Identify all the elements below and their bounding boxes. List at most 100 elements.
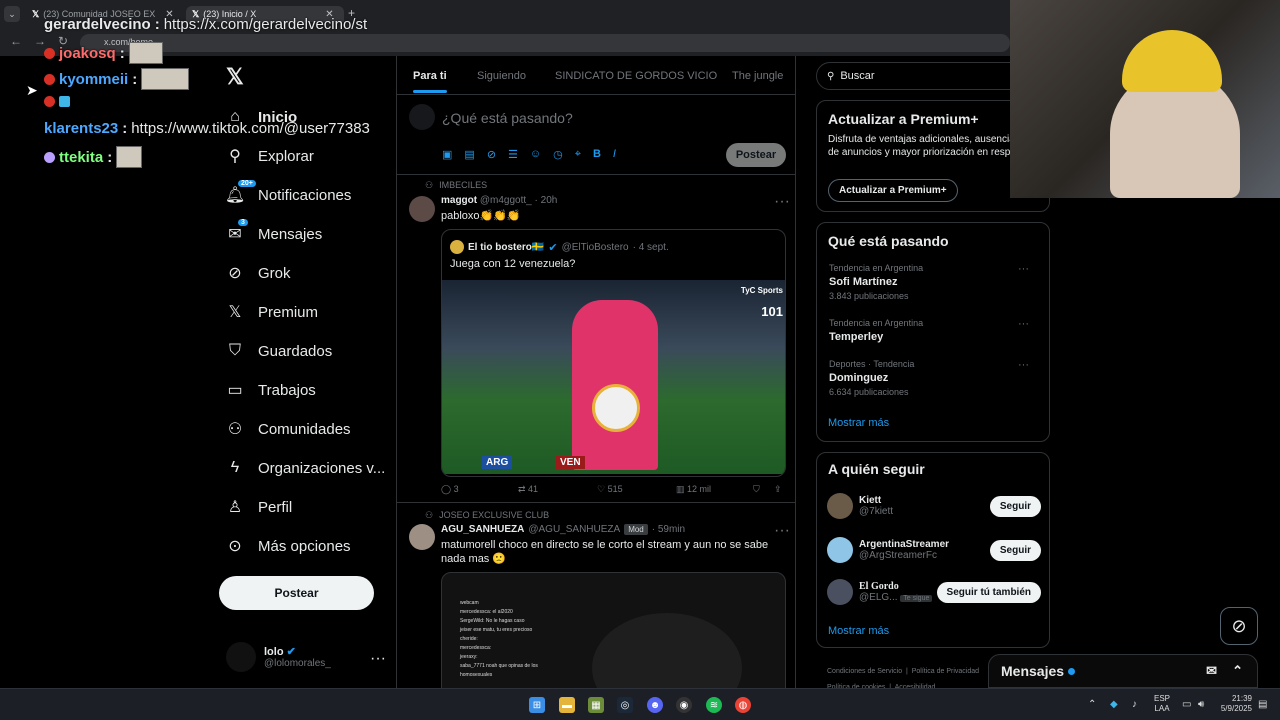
bookmark-icon[interactable]: ⛉ <box>753 484 760 495</box>
video-chat-line: SergeWild: No le hagas caso <box>460 618 525 624</box>
grok-floating-button[interactable]: ⊘ <box>1220 607 1258 645</box>
notification-icon[interactable]: ▤ <box>1258 699 1267 710</box>
app-icon[interactable]: ▦ <box>588 697 604 713</box>
people-icon: ⚇ <box>227 421 243 438</box>
premium-button[interactable]: Actualizar a Premium+ <box>828 179 958 202</box>
badge-icon <box>44 96 55 107</box>
like-button[interactable]: ♡ 515 <box>597 484 623 495</box>
main-feed: Para ti Siguiendo SINDICATO DE GORDOS VI… <box>396 56 796 688</box>
community-label[interactable]: ⚇ IMBECILES <box>425 180 487 191</box>
location-icon[interactable]: ⌖ <box>575 148 581 161</box>
share-icon[interactable]: ⇪ <box>774 484 782 495</box>
bold-icon[interactable]: B <box>593 148 601 161</box>
new-message-icon[interactable]: ✉ <box>1206 663 1217 679</box>
nav-item-perfil[interactable]: ♙ Perfil <box>226 498 292 517</box>
volume-icon[interactable]: 🔊︎ <box>1198 699 1204 710</box>
webcam-beanie <box>1122 30 1222 92</box>
compose-input[interactable]: ¿Qué está pasando? <box>442 110 573 126</box>
compose-toolbar: ▣ ▤ ⊘ ☰ ☺ ◷ ⌖ B I <box>442 148 616 161</box>
follow-suggestion[interactable]: Kiett @7kiett Seguir <box>827 493 1041 519</box>
steam-icon[interactable]: ◎ <box>617 697 633 713</box>
post-header: maggot @m4ggott_ · 20h <box>441 195 558 206</box>
reply-button[interactable]: ◯ 3 <box>441 484 459 495</box>
gif-icon[interactable]: ▤ <box>464 148 474 161</box>
more-icon[interactable]: ··· <box>774 193 790 211</box>
nav-item-mensajes[interactable]: ✉ 3 Mensajes <box>226 219 322 243</box>
more-icon[interactable]: ··· <box>1018 318 1029 330</box>
compose-post-button[interactable]: Postear <box>726 143 786 167</box>
nav-item-explorar[interactable]: ⚲ Explorar <box>226 147 314 166</box>
post-button[interactable]: Postear <box>219 576 374 610</box>
tray-chevron-icon[interactable]: ⌃ <box>1088 699 1096 710</box>
image-icon[interactable]: ▣ <box>442 148 452 161</box>
trend-item[interactable]: Deportes · Tendencia Dominguez 6.634 pub… <box>829 359 1039 397</box>
avatar[interactable] <box>409 196 435 222</box>
quoted-post[interactable]: El tio bostero🇸🇪 ✔ @ElTioBostero · 4 sep… <box>441 229 786 477</box>
nav-item-comunidades[interactable]: ⚇ Comunidades <box>226 420 351 439</box>
post-video[interactable]: webcam mercedessca: el al2020 SergeWild: N… <box>441 572 786 688</box>
tab-the-jungle[interactable]: The jungle <box>732 70 783 82</box>
video-chat-line: mercedessca: el al2020 <box>460 609 513 615</box>
tab-siguiendo[interactable]: Siguiendo <box>477 70 526 82</box>
more-circle-icon: ⊙ <box>228 538 242 555</box>
follow-suggestion[interactable]: El Gordo @ELG... Te sigue Seguir tú tamb… <box>827 579 1041 605</box>
tab-sindicato[interactable]: SINDICATO DE GORDOS VICIO <box>555 70 717 82</box>
notification-badge: 3 <box>238 219 248 226</box>
left-navigation: 𝕏 ⌂ Inicio ⚲ Explorar 🔔︎ 20+ Notificaciones ✉ 3 M… <box>210 56 396 688</box>
address-bar[interactable]: x.com/home <box>80 34 1010 52</box>
obs-icon[interactable]: ◉ <box>676 697 692 713</box>
show-more-link[interactable]: Mostrar más <box>828 625 889 637</box>
follow-back-button[interactable]: Seguir tú también <box>936 581 1041 603</box>
expand-icon[interactable]: ⌃ <box>1232 663 1243 679</box>
clock[interactable]: 21:39 5/9/2025 <box>1216 694 1252 714</box>
nav-item-guardados[interactable]: ⛉ Guardados <box>226 342 332 360</box>
tab-search-button[interactable]: ⌄ <box>4 6 20 22</box>
nav-item-trabajos[interactable]: ▭ Trabajos <box>226 381 315 400</box>
x-logo-icon[interactable]: 𝕏 <box>226 64 244 90</box>
verified-icon: ✔ <box>548 241 558 254</box>
repost-button[interactable]: ⇄ 41 <box>518 484 538 495</box>
poll-icon[interactable]: ☰ <box>508 148 518 161</box>
nav-item-notificaciones[interactable]: 🔔︎ 20+ Notificaciones <box>224 180 351 204</box>
nav-item-inicio[interactable]: ⌂ Inicio <box>226 108 297 126</box>
schedule-icon[interactable]: ◷ <box>553 148 563 161</box>
avatar <box>450 240 464 254</box>
post-image[interactable]: TyC Sports 101 ARG VEN <box>442 280 785 474</box>
trend-item[interactable]: Tendencia en Argentina Temperley ··· <box>829 318 1039 343</box>
more-icon[interactable]: ··· <box>1018 359 1029 371</box>
file-explorer-icon[interactable]: ▬ <box>559 697 575 713</box>
more-icon[interactable]: ··· <box>370 650 386 668</box>
italic-icon[interactable]: I <box>613 148 616 161</box>
more-icon[interactable]: ··· <box>1018 263 1029 275</box>
chat-message: joakosq: <box>44 42 163 64</box>
tab-para-ti[interactable]: Para ti <box>413 70 447 82</box>
tray-app-icon[interactable]: ◆ <box>1110 699 1118 710</box>
grok-icon[interactable]: ⊘ <box>487 148 496 161</box>
community-label[interactable]: ⚇ JOSEO EXCLUSIVE CLUB <box>425 510 549 521</box>
account-switcher[interactable]: lolo ✔ @lolomorales_ ··· <box>226 642 386 672</box>
avatar[interactable] <box>409 524 435 550</box>
language-indicator[interactable]: ESP LAA <box>1154 694 1170 714</box>
network-icon[interactable]: ▭ <box>1182 699 1191 710</box>
start-icon[interactable]: ⊞ <box>529 697 545 713</box>
follow-button[interactable]: Seguir <box>989 539 1041 561</box>
bell-icon: 🔔︎ <box>224 187 246 204</box>
back-icon[interactable]: ← <box>10 34 22 48</box>
people-icon: ⚇ <box>425 510 434 520</box>
show-more-link[interactable]: Mostrar más <box>828 417 889 429</box>
nav-item-más-opciones[interactable]: ⊙ Más opciones <box>226 537 350 556</box>
messages-drawer[interactable]: Mensajes ✉ ⌃ <box>988 654 1258 688</box>
views-button[interactable]: ▥ 12 mil <box>676 484 711 495</box>
follow-button[interactable]: Seguir <box>989 495 1041 517</box>
trend-item[interactable]: Tendencia en Argentina Sofi Martínez 3.8… <box>829 263 1039 301</box>
spotify-icon[interactable]: ≋ <box>706 697 722 713</box>
emoji-icon[interactable]: ☺ <box>530 148 541 161</box>
nav-item-grok[interactable]: ⊘ Grok <box>226 264 290 283</box>
nav-item-premium[interactable]: 𝕏 Premium <box>226 303 318 322</box>
divider <box>397 174 795 175</box>
chrome-icon[interactable]: ◍ <box>735 697 751 713</box>
follow-suggestion[interactable]: ArgentinaStreamer @ArgStreamerFc Seguir <box>827 537 1041 563</box>
microphone-icon[interactable]: ♪ <box>1132 699 1137 710</box>
discord-icon[interactable]: ☻ <box>647 697 663 713</box>
nav-item-organizaciones-v[interactable]: ϟ Organizaciones v... <box>226 459 386 477</box>
